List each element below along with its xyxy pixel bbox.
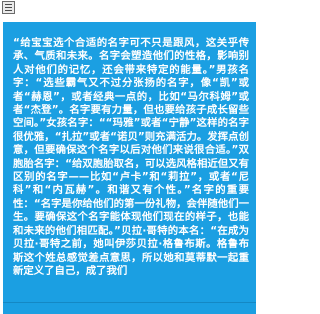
menu-icon-line [5,10,12,11]
menu-icon[interactable] [2,1,15,14]
app-window: “给宝宝选个合适的名字可不只是跟风，这关乎传承、气质和未来。名字会塑造他们的性格… [0,0,257,314]
menu-icon-line [5,7,12,8]
top-toolbar [0,0,257,20]
article-text: “给宝宝选个合适的名字可不只是跟风，这关乎传承、气质和未来。名字会塑造他们的性格… [13,37,249,277]
menu-icon-line [5,4,12,5]
bottom-strip [3,302,256,314]
article-panel[interactable]: “给宝宝选个合适的名字可不只是跟风，这关乎传承、气质和未来。名字会塑造他们的性格… [3,22,256,302]
